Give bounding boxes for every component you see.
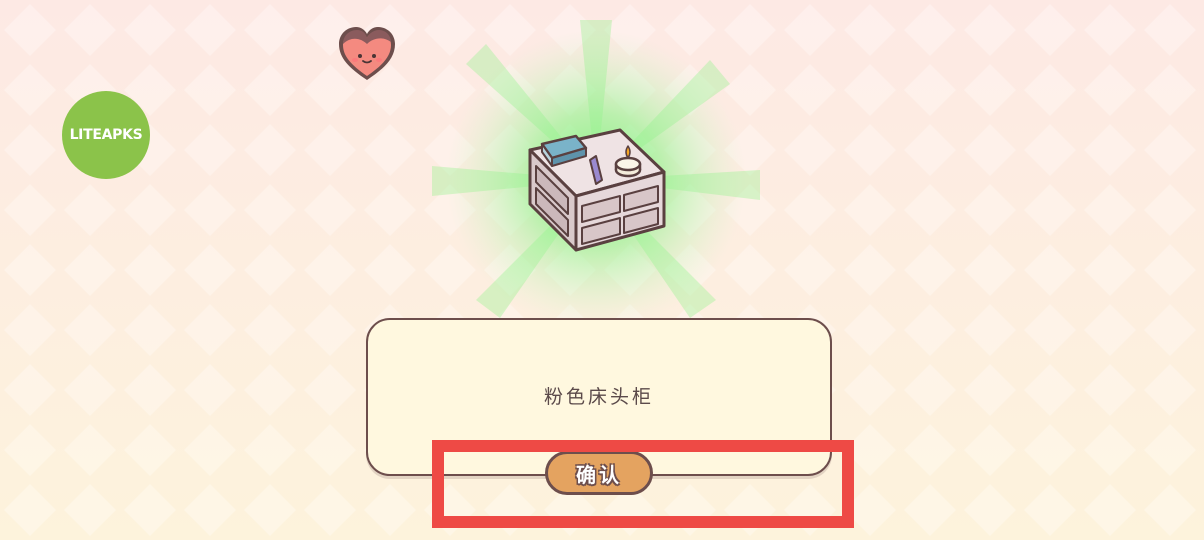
confirm-button-label: 确认 (576, 462, 622, 487)
watermark-logo: LITEAPKS (62, 91, 150, 179)
reward-item-stage (432, 20, 760, 330)
watermark-text: LITEAPKS (69, 127, 143, 143)
confirm-button[interactable]: 确认 (545, 451, 653, 495)
item-name-label: 粉色床头柜 (543, 386, 654, 408)
